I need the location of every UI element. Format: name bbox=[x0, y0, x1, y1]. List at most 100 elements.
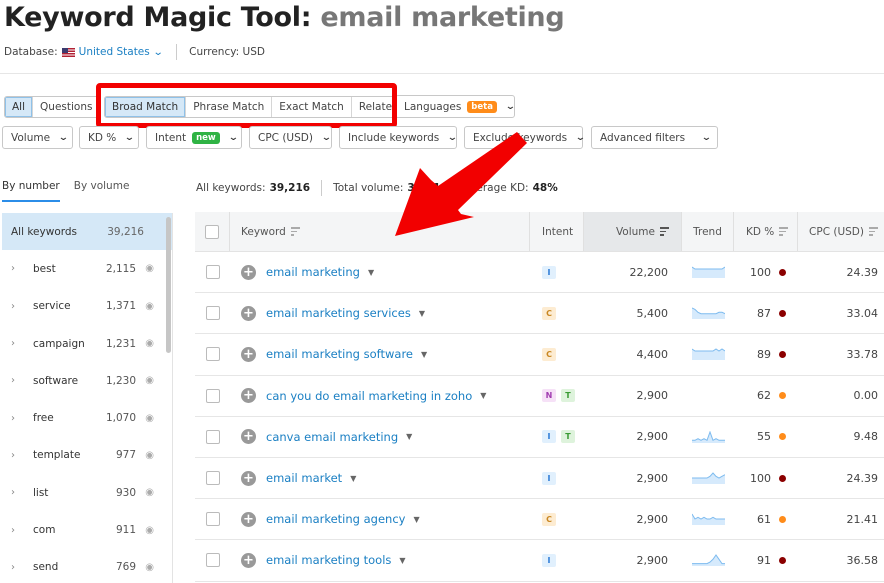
sort-icon[interactable] bbox=[290, 225, 300, 238]
advanced-filters[interactable]: Advanced filters ⌄ bbox=[591, 126, 718, 149]
add-keyword-icon[interactable]: + bbox=[241, 429, 256, 445]
keyword-link[interactable]: email market bbox=[266, 471, 342, 485]
sidebar-item-send[interactable]: › send 769 ◉ bbox=[2, 549, 172, 583]
sidebar-item-template[interactable]: › template 977 ◉ bbox=[2, 437, 172, 474]
add-keyword-icon[interactable]: + bbox=[241, 552, 256, 568]
trend-sparkline bbox=[691, 554, 725, 567]
eye-icon[interactable]: ◉ bbox=[136, 301, 154, 312]
add-keyword-icon[interactable]: + bbox=[241, 470, 256, 486]
sidebar-item-service[interactable]: › service 1,371 ◉ bbox=[2, 288, 172, 325]
volume-filter[interactable]: Volume ⌄ bbox=[2, 126, 73, 149]
intent-filter[interactable]: Intent new ⌄ bbox=[146, 126, 242, 149]
add-keyword-icon[interactable]: + bbox=[241, 346, 256, 362]
caret-down-icon[interactable]: ▼ bbox=[480, 391, 486, 400]
select-all-checkbox[interactable] bbox=[205, 224, 219, 239]
row-checkbox[interactable] bbox=[205, 512, 220, 527]
caret-down-icon[interactable]: ▼ bbox=[399, 556, 405, 565]
add-keyword-icon[interactable]: + bbox=[241, 388, 256, 404]
kd-difficulty-dot bbox=[779, 268, 786, 276]
row-checkbox[interactable] bbox=[205, 429, 220, 444]
languages-dropdown[interactable]: Languages beta ⌄ bbox=[395, 95, 516, 118]
sidebar-item-count: 977 bbox=[115, 449, 136, 462]
trend-line bbox=[691, 513, 725, 520]
keyword-link[interactable]: email marketing bbox=[266, 265, 360, 279]
row-checkbox[interactable] bbox=[205, 347, 220, 362]
caret-down-icon[interactable]: ▼ bbox=[421, 350, 427, 359]
chevron-right-icon[interactable]: › bbox=[11, 450, 33, 461]
row-checkbox[interactable] bbox=[205, 306, 220, 321]
sort-icon[interactable] bbox=[869, 225, 878, 238]
add-keyword-icon[interactable]: + bbox=[241, 305, 256, 321]
kd-value: 61 bbox=[757, 512, 771, 526]
sidebar-item-software[interactable]: › software 1,230 ◉ bbox=[2, 362, 172, 399]
sort-icon[interactable] bbox=[660, 225, 669, 238]
column-keyword[interactable]: Keyword bbox=[230, 212, 530, 251]
chevron-right-icon[interactable]: › bbox=[11, 562, 33, 573]
chevron-right-icon[interactable]: › bbox=[11, 413, 33, 424]
divider bbox=[321, 180, 323, 196]
eye-icon[interactable]: ◉ bbox=[136, 263, 154, 274]
tab-by-number[interactable]: By number bbox=[2, 180, 60, 202]
chevron-right-icon[interactable]: › bbox=[11, 338, 33, 349]
cpc-filter[interactable]: CPC (USD) ⌄ bbox=[249, 126, 332, 149]
column-cpc[interactable]: CPC (USD) bbox=[798, 212, 884, 251]
chevron-right-icon[interactable]: › bbox=[11, 487, 33, 498]
table-row: + can you do email marketing in zoho ▼ N T 2,… bbox=[195, 376, 884, 417]
keyword-link[interactable]: email marketing agency bbox=[266, 512, 405, 526]
row-select-cell bbox=[195, 471, 230, 486]
database-selector[interactable]: United States bbox=[79, 46, 150, 58]
caret-down-icon[interactable]: ▼ bbox=[413, 515, 419, 524]
caret-down-icon[interactable]: ▼ bbox=[368, 268, 374, 277]
keyword-link[interactable]: email marketing services bbox=[266, 306, 411, 320]
beta-badge: beta bbox=[467, 100, 497, 113]
row-checkbox[interactable] bbox=[205, 265, 220, 280]
keyword-link[interactable]: canva email marketing bbox=[266, 430, 398, 444]
add-keyword-icon[interactable]: + bbox=[241, 511, 256, 527]
intent-cell: NT bbox=[530, 389, 584, 403]
row-checkbox[interactable] bbox=[205, 471, 220, 486]
eye-icon[interactable]: ◉ bbox=[136, 375, 154, 386]
row-checkbox[interactable] bbox=[205, 388, 220, 403]
keyword-cell: + email marketing software ▼ bbox=[230, 346, 530, 362]
eye-icon[interactable]: ◉ bbox=[136, 338, 154, 349]
sidebar-item-all-keywords[interactable]: All keywords 39,216 bbox=[2, 213, 172, 251]
sidebar-item-list[interactable]: › list 930 ◉ bbox=[2, 474, 172, 511]
eye-icon[interactable]: ◉ bbox=[136, 562, 154, 573]
eye-icon[interactable]: ◉ bbox=[136, 450, 154, 461]
tab-questions[interactable]: Questions bbox=[33, 97, 100, 117]
exclude-keywords-filter[interactable]: Exclude keywords ⌄ bbox=[464, 126, 586, 149]
caret-down-icon[interactable]: ▼ bbox=[406, 432, 412, 441]
keyword-groups-sidebar: All keywords 39,216 › best 2,115 ◉ › service 1… bbox=[2, 213, 173, 583]
keyword-link[interactable]: email marketing software bbox=[266, 347, 413, 361]
tab-by-volume[interactable]: By volume bbox=[74, 180, 130, 202]
chevron-right-icon[interactable]: › bbox=[11, 375, 33, 386]
sidebar-item-free[interactable]: › free 1,070 ◉ bbox=[2, 399, 172, 436]
keyword-link[interactable]: can you do email marketing in zoho bbox=[266, 389, 472, 403]
chevron-right-icon[interactable]: › bbox=[11, 301, 33, 312]
add-keyword-icon[interactable]: + bbox=[241, 264, 256, 280]
sidebar-item-best[interactable]: › best 2,115 ◉ bbox=[2, 250, 172, 287]
sort-icon[interactable] bbox=[779, 225, 789, 238]
chevron-right-icon[interactable]: › bbox=[11, 525, 33, 536]
eye-icon[interactable]: ◉ bbox=[136, 525, 154, 536]
include-keywords-filter[interactable]: Include keywords ⌄ bbox=[339, 126, 458, 149]
eye-icon[interactable]: ◉ bbox=[136, 487, 154, 498]
column-kd[interactable]: KD % bbox=[734, 212, 798, 251]
cpc-cell: 21.41 bbox=[846, 512, 879, 526]
caret-down-icon[interactable]: ▼ bbox=[419, 309, 425, 318]
sidebar-scrollbar[interactable] bbox=[166, 217, 171, 353]
row-checkbox[interactable] bbox=[205, 553, 220, 568]
trend-sparkline bbox=[691, 348, 725, 361]
column-volume[interactable]: Volume bbox=[584, 212, 682, 251]
volume-cell: 2,900 bbox=[636, 471, 669, 485]
caret-down-icon[interactable]: ▼ bbox=[350, 474, 356, 483]
keyword-link[interactable]: email marketing tools bbox=[266, 553, 391, 567]
sidebar-item-com[interactable]: › com 911 ◉ bbox=[2, 511, 172, 548]
sidebar-item-campaign[interactable]: › campaign 1,231 ◉ bbox=[2, 325, 172, 362]
eye-icon[interactable]: ◉ bbox=[136, 413, 154, 424]
tab-all[interactable]: All bbox=[5, 97, 34, 117]
chevron-down-icon[interactable]: ⌄ bbox=[152, 47, 163, 58]
intent-cell: IT bbox=[530, 430, 584, 444]
kd-filter[interactable]: KD % ⌄ bbox=[79, 126, 139, 149]
chevron-right-icon[interactable]: › bbox=[11, 263, 33, 274]
